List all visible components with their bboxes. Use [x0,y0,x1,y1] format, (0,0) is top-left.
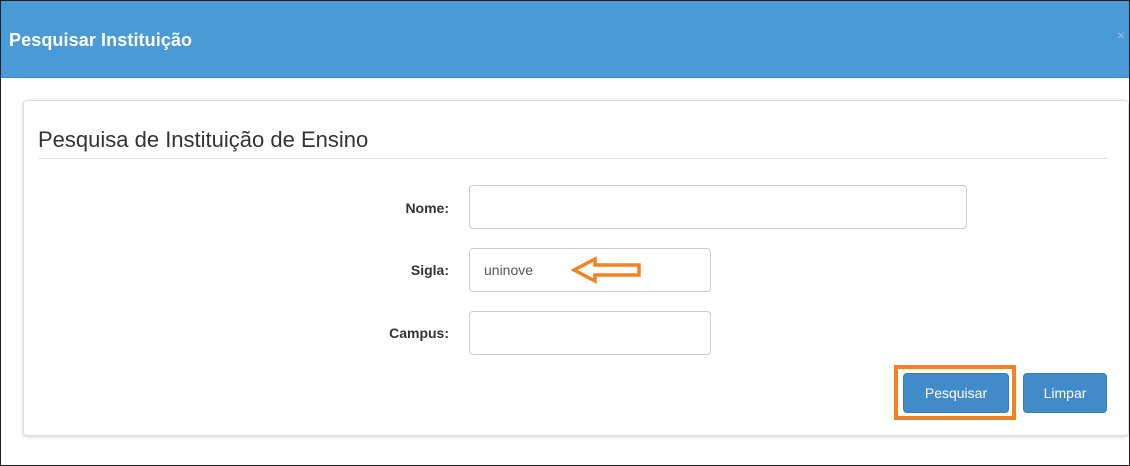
sigla-label: Sigla: [410,262,449,278]
panel-title: Pesquisa de Instituição de Ensino [38,127,369,152]
left-arrow-annotation-icon [571,256,641,284]
close-icon[interactable]: × [1117,27,1125,43]
campus-input[interactable] [469,311,711,355]
search-institution-modal: Pesquisar Instituição × Pesquisa de Inst… [0,0,1130,466]
modal-title: Pesquisar Instituição [9,30,193,50]
nome-label: Nome: [405,200,449,216]
modal-header: Pesquisar Instituição × [1,1,1129,78]
limpar-button[interactable]: Limpar [1023,373,1107,413]
pesquisar-button[interactable]: Pesquisar [903,373,1009,413]
panel-divider [38,158,1108,159]
campus-label: Campus: [389,325,449,341]
nome-input[interactable] [469,185,967,229]
